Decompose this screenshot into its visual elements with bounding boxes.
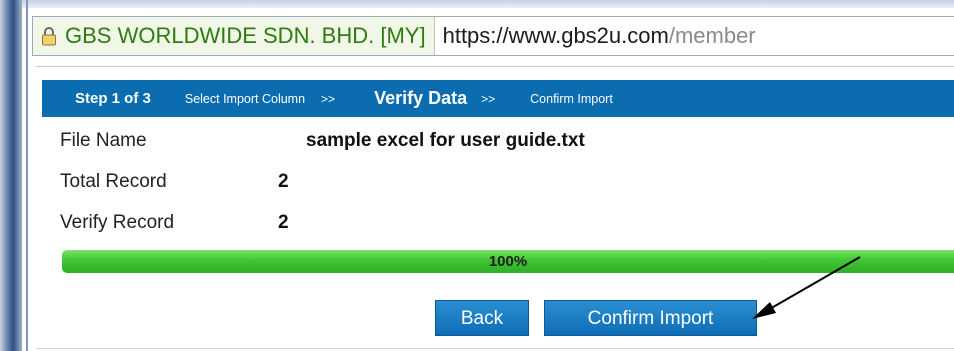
panel-bottom-border xyxy=(36,348,954,349)
step-counter: Step 1 of 3 xyxy=(75,90,151,107)
verify-record-value: 2 xyxy=(278,212,289,233)
site-identity-label: GBS WORLDWIDE SDN. BHD. [MY] xyxy=(65,23,426,48)
import-panel: Step 1 of 3 Select Import Column >> Veri… xyxy=(36,68,954,351)
lock-icon xyxy=(41,26,57,46)
step-separator: >> xyxy=(481,91,496,106)
step-select-import-column: Select Import Column xyxy=(184,91,306,106)
step-verify-data: Verify Data xyxy=(374,88,468,108)
window-border xyxy=(26,0,28,351)
browser-window: GBS WORLDWIDE SDN. BHD. [MY] https://www… xyxy=(0,0,954,351)
total-record-row: Total Record 2 xyxy=(60,167,289,197)
progress-percent: 100% xyxy=(488,253,528,270)
url-text[interactable]: https://www.gbs2u.com/member xyxy=(435,23,756,49)
progress-bar: 100% xyxy=(62,250,954,273)
url-host: www.gbs2u.com xyxy=(508,23,669,48)
back-button[interactable]: Back xyxy=(435,300,529,336)
total-record-value: 2 xyxy=(278,171,289,192)
file-name-label: File Name xyxy=(60,130,147,151)
url-scheme: https:// xyxy=(442,23,509,48)
file-name-value: sample excel for user guide.txt xyxy=(306,130,585,151)
verify-record-row: Verify Record 2 xyxy=(60,208,289,238)
steps-bar: Step 1 of 3 Select Import Column >> Veri… xyxy=(42,80,954,117)
address-bar[interactable]: GBS WORLDWIDE SDN. BHD. [MY] https://www… xyxy=(32,16,954,56)
step-separator: >> xyxy=(321,91,336,106)
file-name-row: File Name sample excel for user guide.tx… xyxy=(60,126,585,156)
verify-record-label: Verify Record xyxy=(60,212,175,233)
url-path: /member xyxy=(668,23,756,48)
total-record-label: Total Record xyxy=(60,171,167,192)
site-identity-badge[interactable]: GBS WORLDWIDE SDN. BHD. [MY] xyxy=(33,17,435,55)
window-left-chrome xyxy=(0,0,22,351)
window-top-chrome xyxy=(0,0,954,8)
content-divider xyxy=(36,66,954,67)
confirm-import-button[interactable]: Confirm Import xyxy=(544,300,757,336)
step-confirm-import: Confirm Import xyxy=(530,91,613,106)
